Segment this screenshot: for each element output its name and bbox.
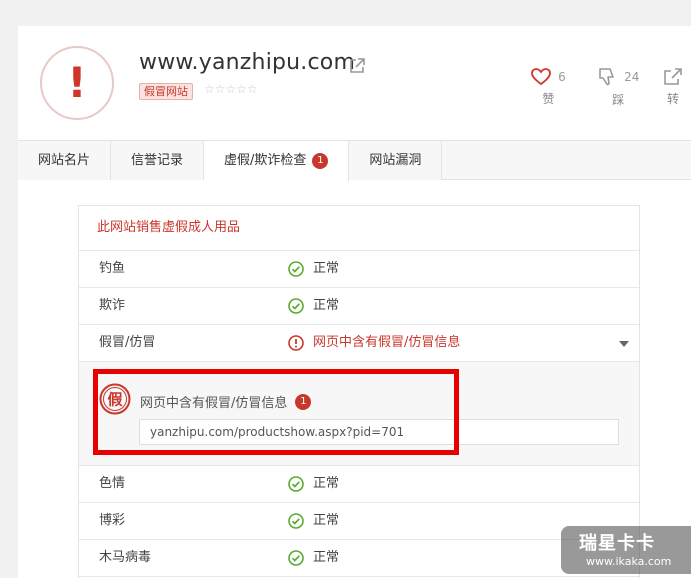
warning-icon: ! [40,46,114,120]
check-results-table: 此网站销售虚假成人用品 钓鱼 正常 欺诈 正常 假冒/仿冒 网页中含有假冒/仿冒… [78,205,640,578]
chevron-down-icon[interactable] [619,341,629,347]
check-status: 网页中含有假冒/仿冒信息 [288,325,460,361]
status-text: 正常 [313,261,340,276]
status-text: 网页中含有假冒/仿冒信息 [313,335,461,350]
tab-label: 网站名片 [38,152,91,168]
check-circle-icon [288,513,304,529]
site-url-title: www.yanzhipu.com [139,50,356,75]
check-name: 欺诈 [99,298,126,313]
share-label: 转 [666,91,679,106]
check-name: 假冒/仿冒 [99,335,156,350]
site-report-card: ! www.yanzhipu.com 假冒网站 ☆☆☆☆☆ 6 赞 24 踩 转… [18,26,691,578]
check-circle-icon [288,261,304,277]
like-button[interactable]: 6 赞 [531,66,566,107]
check-circle-icon [288,476,304,492]
check-status: 正常 [288,466,339,502]
share-icon [664,67,682,85]
report-tabs: 网站名片 信誉记录 虚假/欺诈检查 1 网站漏洞 [18,140,691,181]
table-row: 博彩 正常 [79,503,639,540]
status-text: 正常 [313,476,340,491]
check-circle-icon [288,298,304,314]
dislike-button[interactable]: 24 踩 [597,66,639,108]
status-text: 正常 [313,298,340,313]
detail-title-text: 网页中含有假冒/仿冒信息 [140,396,288,411]
watermark-url: www.ikaka.com [586,555,672,568]
check-status: 正常 [288,251,339,287]
check-status: 正常 [288,503,339,539]
table-row-expandable[interactable]: 假冒/仿冒 网页中含有假冒/仿冒信息 [79,325,639,362]
dislike-label: 踩 [612,92,625,107]
tab-label: 网站漏洞 [369,152,422,168]
check-name: 色情 [99,476,126,491]
table-row: 钓鱼 正常 [79,251,639,288]
thumbs-down-icon [599,67,614,85]
watermark-logo: 瑞星卡卡 www.ikaka.com [561,526,691,574]
watermark-title: 瑞星卡卡 [579,533,655,554]
rating-stars: ☆☆☆☆☆ [204,82,258,96]
table-row: 木马病毒 正常 [79,540,639,577]
share-button[interactable]: 转 [663,66,683,107]
tab-vulnerabilities[interactable]: 网站漏洞 [349,141,443,180]
like-label: 赞 [542,91,555,106]
like-count: 6 [558,69,566,84]
check-name: 木马病毒 [99,550,152,565]
flagged-url-field[interactable]: yanzhipu.com/productshow.aspx?pid=701 [139,419,619,445]
fake-stamp-icon: 假 [99,383,131,415]
detail-count-badge: 1 [295,393,312,410]
fraud-detail-panel: 假 网页中含有假冒/仿冒信息 1 yanzhipu.com/productsho… [79,362,639,466]
tab-fraud-check[interactable]: 虚假/欺诈检查 1 [204,141,350,181]
tab-site-card[interactable]: 网站名片 [18,141,112,180]
check-status: 正常 [288,288,339,324]
tab-count-badge: 1 [312,153,329,169]
results-summary: 此网站销售虚假成人用品 [79,206,639,251]
table-row: 欺诈 正常 [79,288,639,325]
status-text: 正常 [313,513,340,528]
tab-reputation[interactable]: 信誉记录 [111,141,205,180]
alert-circle-icon [288,335,304,351]
svg-text:假: 假 [107,391,123,409]
check-status: 正常 [288,540,339,576]
tab-label: 虚假/欺诈检查 [224,153,307,168]
fake-site-badge: 假冒网站 [139,83,193,100]
detail-title: 网页中含有假冒/仿冒信息 1 [140,392,312,411]
check-name: 钓鱼 [99,261,126,276]
status-text: 正常 [313,550,340,565]
check-circle-icon [288,550,304,566]
external-link-icon[interactable] [348,57,366,75]
check-name: 博彩 [99,513,126,528]
table-row: 色情 正常 [79,466,639,503]
tab-label: 信誉记录 [131,152,184,168]
dislike-count: 24 [624,69,640,84]
heart-icon [531,67,551,85]
